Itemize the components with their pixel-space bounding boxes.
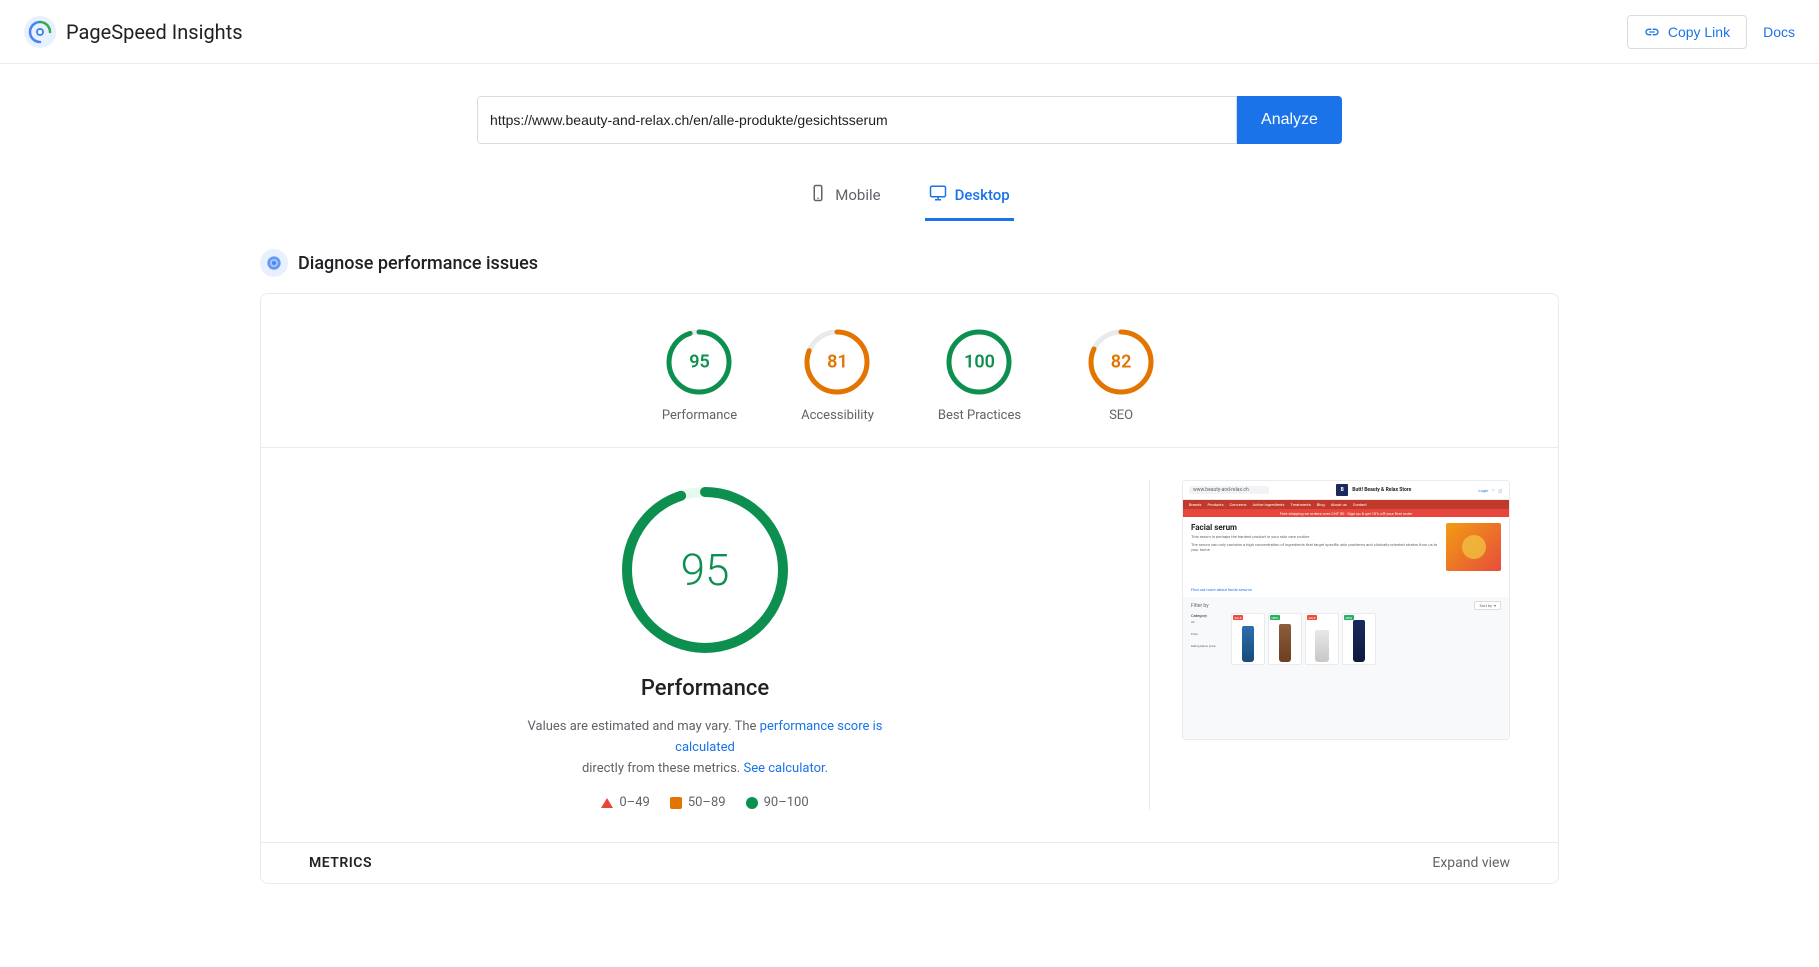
website-preview: www.beauty-and-relax.ch B Butt! Beauty &… xyxy=(1182,480,1510,740)
copy-link-label: Copy Link xyxy=(1668,24,1730,40)
score-circle-seo: 82 xyxy=(1085,326,1157,398)
tab-mobile-label: Mobile xyxy=(835,186,880,204)
score-number-performance: 95 xyxy=(689,352,710,373)
preview-content: www.beauty-and-relax.ch B Butt! Beauty &… xyxy=(1183,481,1509,739)
preview-filter-options: Category All Price Rating below price SA… xyxy=(1191,613,1501,665)
preview-product-1: SALE xyxy=(1231,613,1265,665)
desc-part1: Values are estimated and may vary. The xyxy=(528,719,757,734)
preview-hero-desc2: The serum can only contains a high conce… xyxy=(1191,542,1438,553)
score-number-accessibility: 81 xyxy=(827,352,848,373)
content-area: 95 Performance Values are estimated and … xyxy=(261,448,1558,842)
link-icon xyxy=(1644,24,1660,40)
legend-poor-range: 0–49 xyxy=(619,795,649,810)
score-label-accessibility: Accessibility xyxy=(801,408,874,423)
score-circle-performance: 95 xyxy=(663,326,735,398)
big-score-circle: 95 xyxy=(615,480,795,660)
preview-hero: Facial serum This serum is perhaps the h… xyxy=(1183,517,1509,577)
docs-button[interactable]: Docs xyxy=(1763,24,1795,40)
preview-sort-bar: Sort by ▾ xyxy=(1474,601,1501,610)
mobile-icon xyxy=(809,184,827,206)
score-item-accessibility: 81 Accessibility xyxy=(801,326,874,423)
preview-product-4: NEW xyxy=(1342,613,1376,665)
diagnose-icon xyxy=(266,255,282,271)
header-actions: Copy Link Docs xyxy=(1627,15,1795,49)
preview-site-name: Butt! Beauty & Relax Store xyxy=(1352,487,1411,493)
preview-logo-icon: B xyxy=(1336,484,1348,496)
score-item-seo: 82 SEO xyxy=(1085,326,1157,423)
preview-products-section: Filter by Sort by ▾ Category All xyxy=(1183,597,1509,739)
score-description: Values are estimated and may vary. The p… xyxy=(515,717,895,779)
app-title: PageSpeed Insights xyxy=(66,20,243,44)
main-card: 95 Performance 81 Accessibility xyxy=(260,293,1559,884)
tab-desktop-label: Desktop xyxy=(955,186,1010,204)
preview-promo-banner: Free shipping on orders over CHF 50 · Si… xyxy=(1183,509,1509,517)
preview-search-bar: www.beauty-and-relax.ch xyxy=(1189,486,1269,494)
score-item-best-practices: 100 Best Practices xyxy=(938,326,1021,423)
legend-orange-square-icon xyxy=(670,797,682,809)
preview-hero-desc1: This serum is perhaps the hardest produc… xyxy=(1191,534,1438,540)
url-input-wrapper xyxy=(477,96,1237,144)
legend-needs-improvement: 50–89 xyxy=(670,795,726,810)
big-score-number: 95 xyxy=(681,544,730,596)
preview-filter-label: Filter by xyxy=(1191,603,1209,609)
docs-label: Docs xyxy=(1763,24,1795,40)
legend: 0–49 50–89 90–100 xyxy=(601,795,808,810)
right-content: www.beauty-and-relax.ch B Butt! Beauty &… xyxy=(1150,480,1510,810)
desc-link2[interactable]: See calculator. xyxy=(743,761,828,776)
legend-good-range: 90–100 xyxy=(764,795,809,810)
url-section: Analyze xyxy=(0,64,1819,168)
tabs-section: Mobile Desktop xyxy=(0,168,1819,221)
diagnose-icon-wrapper xyxy=(260,249,288,277)
legend-green-circle-icon xyxy=(746,797,758,809)
preview-hero-text: Facial serum This serum is perhaps the h… xyxy=(1191,523,1438,571)
preview-link-line: Find out more about facial serums xyxy=(1183,577,1509,597)
score-number-seo: 82 xyxy=(1111,352,1132,373)
tab-mobile[interactable]: Mobile xyxy=(805,176,884,221)
score-item-performance: 95 Performance xyxy=(662,326,737,423)
legend-poor: 0–49 xyxy=(601,795,649,810)
left-content: 95 Performance Values are estimated and … xyxy=(309,480,1149,810)
preview-nav-bar: Brands Products Concerns Active Ingredie… xyxy=(1183,500,1509,509)
legend-needs-range: 50–89 xyxy=(688,795,726,810)
desc-part2: directly from these metrics. xyxy=(582,761,740,776)
preview-hero-image xyxy=(1446,523,1501,571)
tab-desktop[interactable]: Desktop xyxy=(925,176,1014,221)
preview-login-area: Login ♡ 🛒 xyxy=(1479,488,1503,493)
metrics-footer: METRICS Expand view xyxy=(261,842,1558,883)
url-input[interactable] xyxy=(490,112,1224,128)
header: PageSpeed Insights Copy Link Docs xyxy=(0,0,1819,64)
preview-product-grid: SALE NEW SALE xyxy=(1231,613,1501,665)
metrics-label: METRICS xyxy=(309,855,372,871)
preview-site-header: www.beauty-and-relax.ch B Butt! Beauty &… xyxy=(1183,481,1509,500)
score-summary: 95 Performance 81 Accessibility xyxy=(261,294,1558,448)
score-circle-accessibility: 81 xyxy=(801,326,873,398)
big-score-label: Performance xyxy=(641,676,769,701)
diagnose-title: Diagnose performance issues xyxy=(298,253,538,274)
desktop-icon xyxy=(929,184,947,206)
preview-logo: B Butt! Beauty & Relax Store xyxy=(1336,484,1411,496)
expand-view-button[interactable]: Expand view xyxy=(1432,855,1510,871)
legend-red-triangle-icon xyxy=(601,798,613,808)
preview-product-3: SALE xyxy=(1305,613,1339,665)
copy-link-button[interactable]: Copy Link xyxy=(1627,15,1747,49)
preview-filter-bar: Filter by Sort by ▾ xyxy=(1191,601,1501,610)
preview-filter-col: Category All Price Rating below price xyxy=(1191,613,1227,665)
score-label-performance: Performance xyxy=(662,408,737,423)
legend-good: 90–100 xyxy=(746,795,809,810)
score-label-seo: SEO xyxy=(1109,408,1133,423)
pagespeed-logo-icon xyxy=(24,16,56,48)
header-logo-area: PageSpeed Insights xyxy=(24,16,243,48)
score-number-best-practices: 100 xyxy=(964,352,995,373)
analyze-button[interactable]: Analyze xyxy=(1237,96,1342,144)
preview-product-2: NEW xyxy=(1268,613,1302,665)
score-circle-best-practices: 100 xyxy=(943,326,1015,398)
score-label-best-practices: Best Practices xyxy=(938,408,1021,423)
preview-hero-title: Facial serum xyxy=(1191,523,1438,532)
diagnose-section: Diagnose performance issues xyxy=(0,221,1819,293)
